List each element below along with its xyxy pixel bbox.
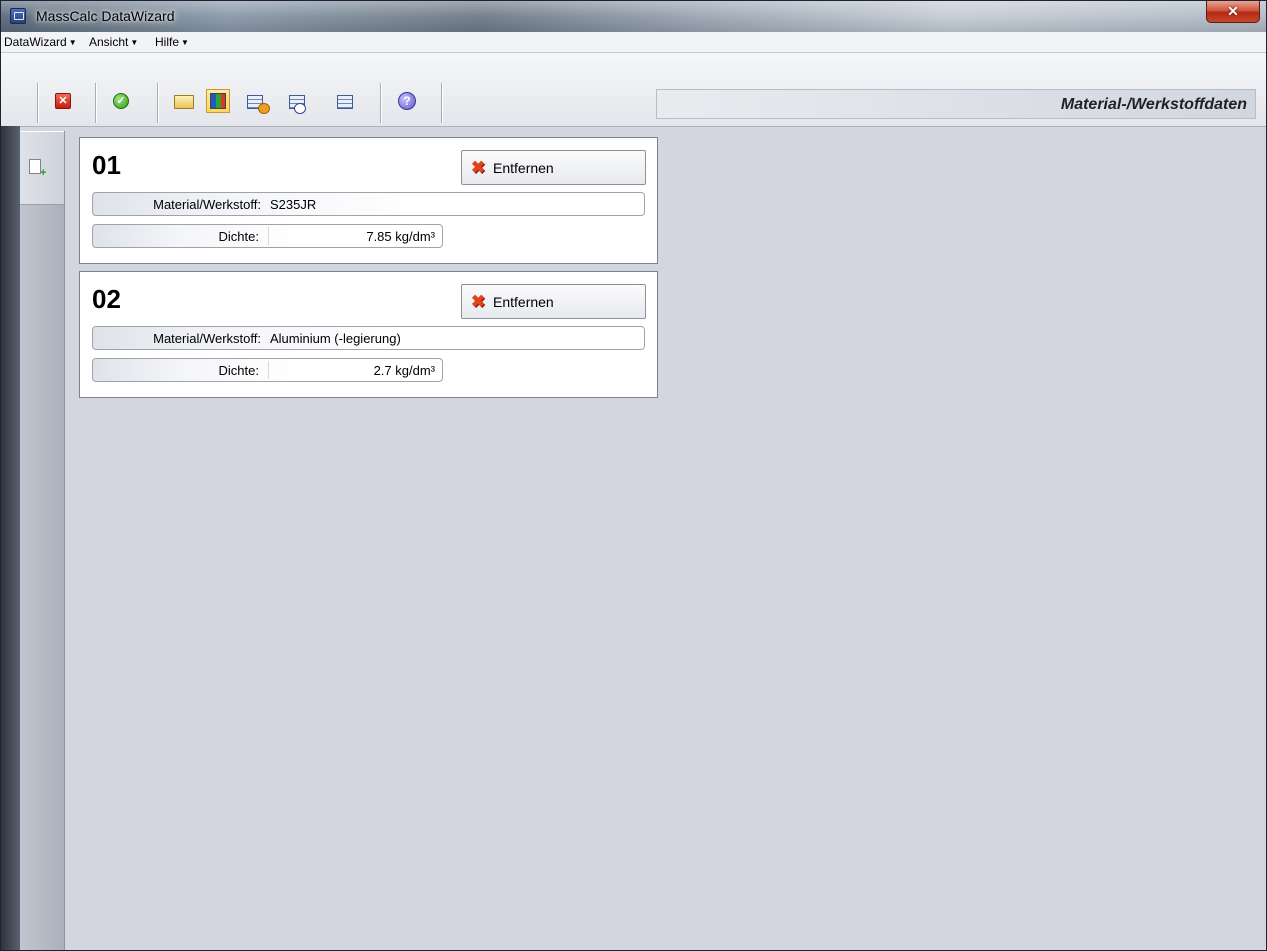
table-export-icon[interactable] (337, 95, 353, 109)
material-field[interactable]: Material/Werkstoff: Aluminium (-legierun… (92, 326, 645, 350)
menu-datawizard[interactable]: DataWizard ▼ (4, 35, 77, 49)
window-title: MassCalc DataWizard (36, 8, 175, 24)
toolbar-separator (380, 83, 381, 123)
density-value: 7.85 kg/dm³ (366, 229, 435, 244)
remove-icon: ✖ (471, 158, 486, 177)
check-icon[interactable]: ✓ (113, 93, 129, 109)
toolbar-separator (95, 83, 96, 123)
grid-view-icon (210, 93, 226, 109)
material-label: Material/Werkstoff: (153, 331, 261, 346)
window-edge (1, 126, 20, 950)
app-icon (10, 8, 26, 24)
material-value: S235JR (270, 197, 317, 212)
menu-ansicht[interactable]: Ansicht ▼ (89, 35, 138, 49)
remove-button[interactable]: ✖ Entfernen (461, 150, 646, 185)
left-sidebar: + (20, 131, 65, 950)
remove-button[interactable]: ✖ Entfernen (461, 284, 646, 319)
toolbar-separator (157, 83, 158, 123)
chevron-down-icon: ▼ (181, 38, 189, 47)
record-number: 01 (92, 150, 121, 180)
toolbar-separator (441, 83, 442, 123)
menu-hilfe[interactable]: Hilfe ▼ (155, 35, 189, 49)
density-value: 2.7 kg/dm³ (373, 363, 435, 378)
material-label: Material/Werkstoff: (153, 197, 261, 212)
material-card: 01 ✖ Entfernen Material/Werkstoff: S235J… (79, 137, 658, 264)
material-value: Aluminium (-legierung) (270, 331, 401, 346)
title-bar[interactable]: MassCalc DataWizard ✕ (1, 1, 1266, 32)
app-window: MassCalc DataWizard ✕ DataWizard ▼ Ansich… (0, 0, 1267, 951)
density-label: Dichte: (218, 363, 259, 378)
material-field[interactable]: Material/Werkstoff: S235JR (92, 192, 645, 216)
folder-icon[interactable] (174, 95, 194, 109)
record-number: 02 (92, 284, 121, 314)
toolbar-separator (37, 83, 38, 123)
section-header: Material-/Werkstoffdaten (656, 89, 1256, 119)
chevron-down-icon: ▼ (130, 38, 139, 47)
plus-icon: + (40, 167, 47, 179)
chevron-down-icon: ▼ (68, 38, 77, 47)
close-icon[interactable]: ✕ (55, 93, 71, 109)
window-close-button[interactable]: ✕ (1206, 1, 1260, 23)
help-icon[interactable]: ? (398, 92, 416, 110)
menu-bar: DataWizard ▼ Ansicht ▼ Hilfe ▼ (1, 32, 1266, 53)
material-card: 02 ✖ Entfernen Material/Werkstoff: Alumi… (79, 271, 658, 398)
density-label: Dichte: (218, 229, 259, 244)
remove-icon: ✖ (471, 292, 486, 311)
grid-view-button[interactable] (206, 89, 230, 113)
density-field[interactable]: Dichte: 7.85 kg/dm³ (92, 224, 443, 248)
density-field[interactable]: Dichte: 2.7 kg/dm³ (92, 358, 443, 382)
